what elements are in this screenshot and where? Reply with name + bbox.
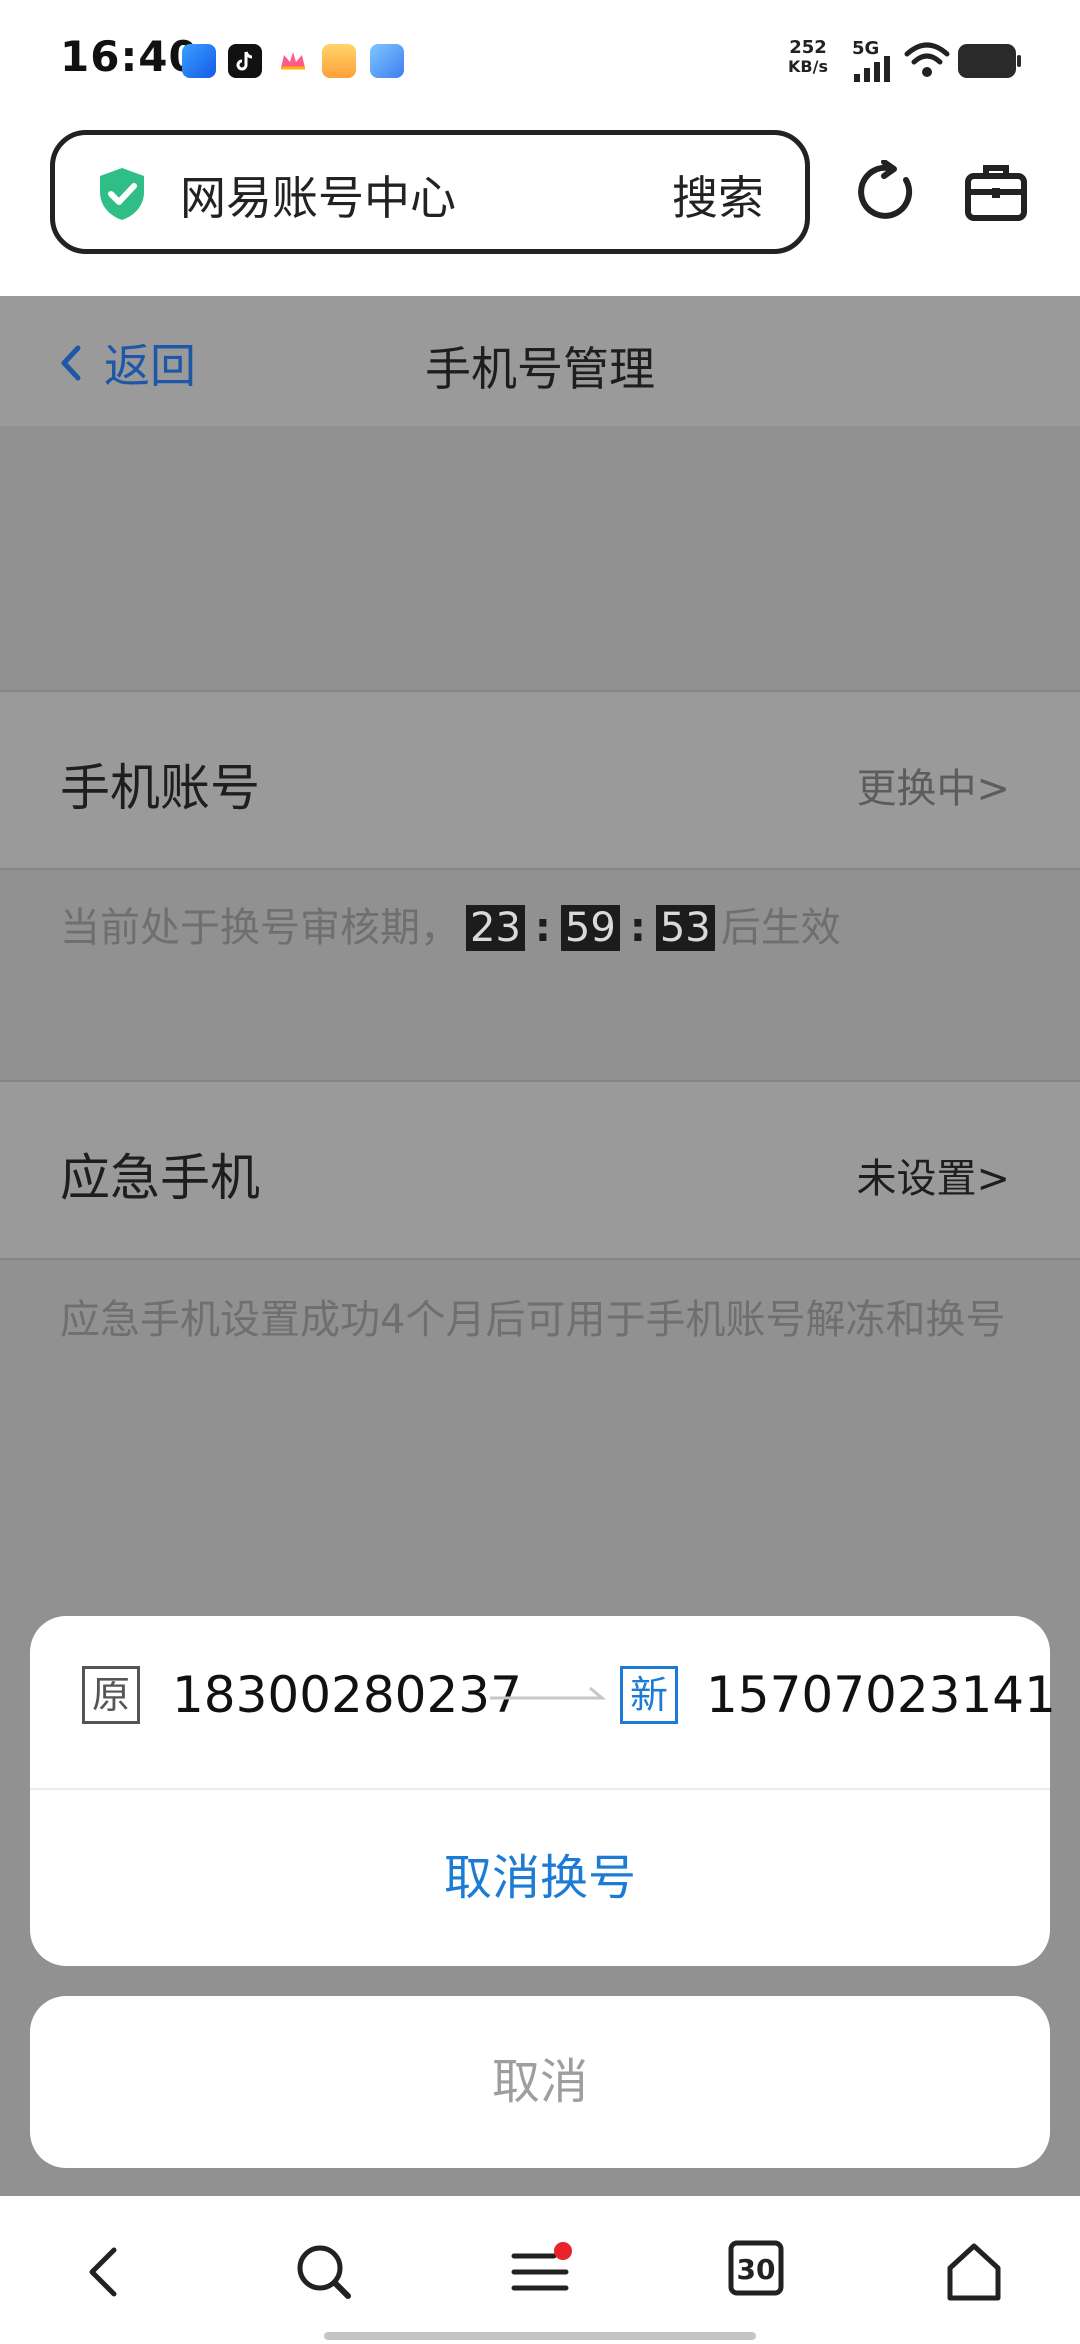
- old-tag: 原: [82, 1666, 140, 1724]
- cancel-label: 取消: [491, 2054, 588, 2110]
- status-time: 16:40: [60, 32, 199, 81]
- home-indicator[interactable]: [324, 2332, 756, 2340]
- cloud-app-icon: [370, 44, 404, 78]
- battery-icon: [958, 44, 1021, 78]
- emergency-phone-hint: 应急手机设置成功4个月后可用于手机账号解冻和换号: [60, 1297, 1006, 1343]
- shield-check-icon: [100, 168, 144, 220]
- phone-account-row[interactable]: 手机账号 更换中>: [0, 690, 1080, 870]
- toolbox-icon[interactable]: [964, 160, 1028, 224]
- cancel-button[interactable]: 取消: [30, 1996, 1050, 2168]
- new-tag: 新: [620, 1666, 678, 1724]
- new-number: 15707023141: [706, 1666, 1056, 1724]
- page-title: 手机号管理: [425, 342, 655, 396]
- news-app-icon: [322, 44, 356, 78]
- timer-hours: 23: [466, 905, 525, 951]
- browser-app-icon: [182, 44, 216, 78]
- search-icon[interactable]: [292, 2240, 356, 2304]
- tiktok-app-icon: [228, 44, 262, 78]
- emergency-phone-status: 未设置>: [856, 1156, 1010, 1202]
- change-number-sheet: 原 18300280237 新 15707023141 取消换号: [30, 1616, 1056, 1966]
- site-title[interactable]: 网易账号中心: [180, 162, 456, 228]
- arrow-right-icon: [490, 1686, 607, 1700]
- phone-account-hint: 当前处于换号审核期， 23:59:53 后生效: [60, 905, 841, 951]
- phone-account-status: 更换中>: [856, 766, 1010, 812]
- refresh-icon[interactable]: [856, 160, 920, 224]
- cancel-change-button[interactable]: 取消换号: [30, 1790, 1050, 1966]
- phone-account-label: 手机账号: [60, 759, 260, 817]
- menu-icon[interactable]: [508, 2240, 572, 2304]
- crown-app-icon: [276, 44, 310, 78]
- timer-minutes: 59: [560, 905, 620, 951]
- emergency-phone-label: 应急手机: [60, 1149, 260, 1207]
- back-nav-icon[interactable]: [74, 2240, 138, 2304]
- signal-icon: [854, 56, 890, 82]
- tabs-count: 30: [736, 2253, 776, 2286]
- timer-seconds: 53: [655, 905, 715, 951]
- wifi-icon: [904, 42, 950, 77]
- network-speed: 252 KB/s: [788, 37, 828, 76]
- search-button[interactable]: 搜索: [672, 162, 764, 228]
- old-number: 18300280237: [172, 1666, 522, 1724]
- emergency-phone-row[interactable]: 应急手机 未设置>: [0, 1080, 1080, 1260]
- number-change-summary: 原 18300280237 新 15707023141: [30, 1616, 1056, 1790]
- home-icon[interactable]: [942, 2240, 1006, 2304]
